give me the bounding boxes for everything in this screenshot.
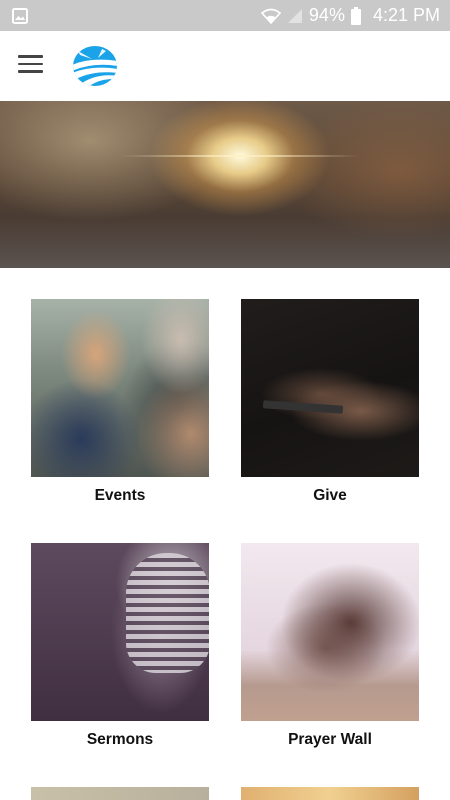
tile-partial-right[interactable] — [241, 787, 419, 800]
tile-partial-left[interactable] — [31, 787, 209, 800]
battery-percent: 94% — [308, 5, 345, 25]
app-bar — [0, 31, 450, 101]
signal-icon — [287, 8, 302, 23]
status-left — [12, 7, 28, 24]
tile-label-sermons: Sermons — [86, 731, 154, 748]
battery-icon — [350, 6, 361, 25]
microphone-grille — [126, 553, 209, 673]
tile-events[interactable]: Events — [31, 299, 209, 505]
church-logo-icon[interactable] — [72, 45, 118, 87]
hero-banner — [0, 101, 450, 268]
sermons-image — [31, 543, 209, 721]
give-image — [241, 299, 419, 477]
tile-label-events: Events — [94, 487, 146, 504]
status-bar: 94% 4:21 PM — [0, 0, 450, 31]
wifi-icon — [260, 8, 281, 24]
phone-shape — [262, 400, 344, 414]
hamburger-menu-icon[interactable] — [18, 55, 43, 77]
tile-label-give: Give — [313, 487, 347, 504]
tile-sermons[interactable]: Sermons — [31, 543, 209, 749]
sun-flare — [120, 155, 360, 157]
tile-label-prayer-wall: Prayer Wall — [288, 731, 372, 748]
tile-give[interactable]: Give — [241, 299, 419, 505]
events-image — [31, 299, 209, 477]
status-right: 94% 4:21 PM — [260, 5, 440, 26]
image-notification-icon — [12, 7, 28, 24]
tile-prayer-wall[interactable]: Prayer Wall — [241, 543, 419, 749]
partial-tile-image — [31, 787, 209, 800]
partial-tile-image — [241, 787, 419, 800]
prayer-wall-image — [241, 543, 419, 721]
status-time: 4:21 PM — [372, 5, 440, 25]
